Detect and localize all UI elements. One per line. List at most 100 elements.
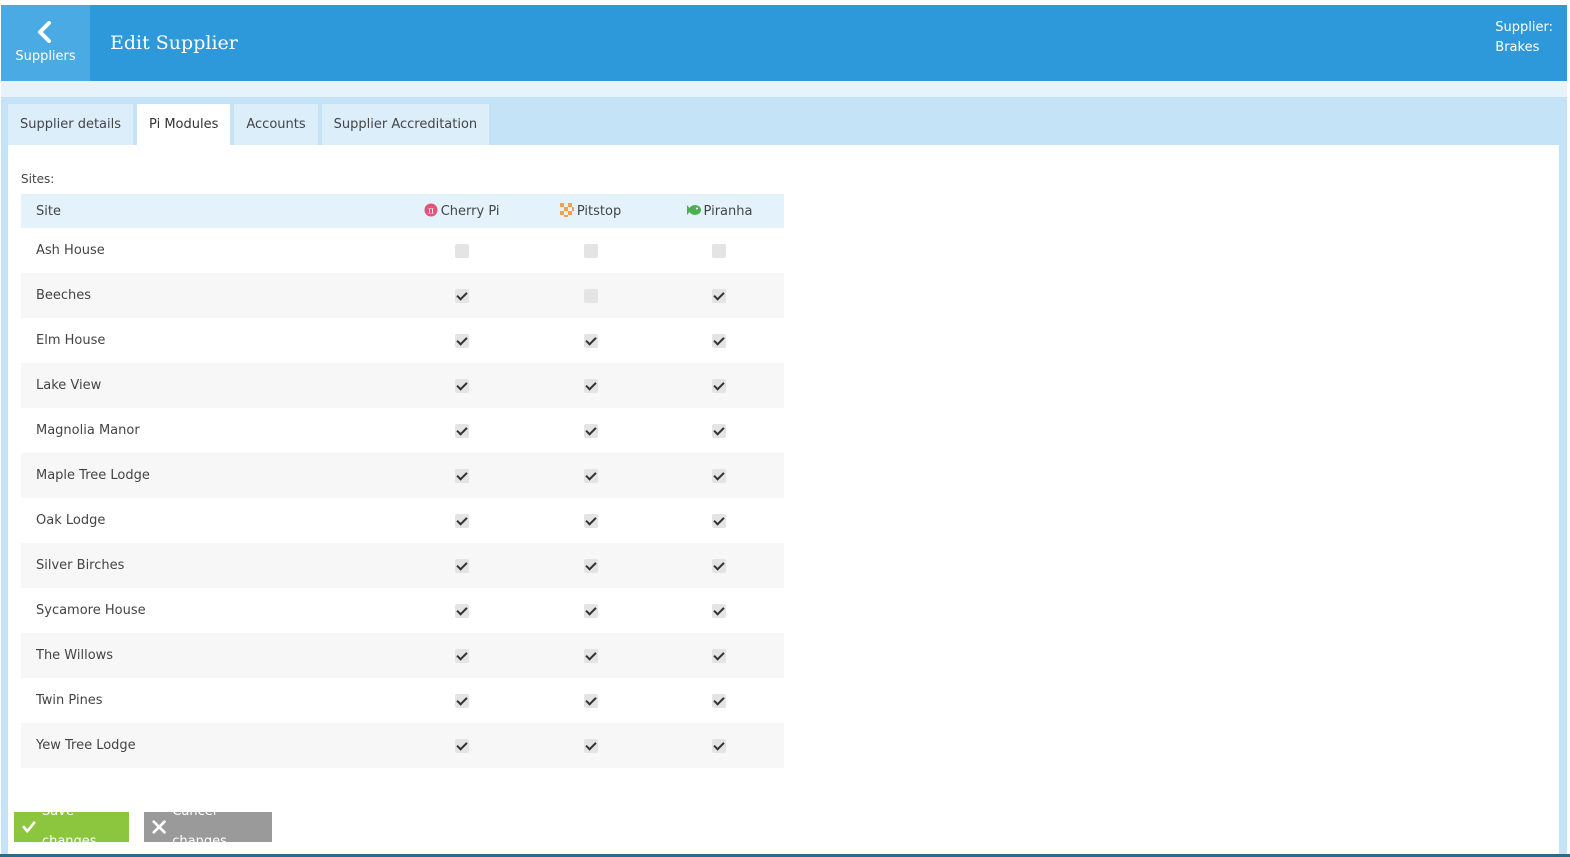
cherry-pi-cell (397, 588, 526, 633)
pitstop-icon (559, 203, 574, 217)
table-row: Oak Lodge (21, 498, 784, 543)
cherry-pi-cell (397, 453, 526, 498)
tab-accounts[interactable]: Accounts (234, 104, 318, 145)
piranha-checkbox[interactable] (712, 603, 727, 618)
pitstop-checkbox[interactable] (583, 468, 598, 483)
pitstop-column-header: Pitstop (526, 194, 655, 228)
table-row: Twin Pines (21, 678, 784, 723)
piranha-cell (655, 633, 784, 678)
pitstop-cell (526, 273, 655, 318)
pitstop-checkbox[interactable] (583, 738, 598, 753)
piranha-cell (655, 498, 784, 543)
pitstop-cell (526, 543, 655, 588)
site-name: Ash House (36, 243, 105, 258)
cherry-pi-cell (397, 363, 526, 408)
cherry-pi-checkbox[interactable] (454, 333, 469, 348)
pitstop-cell (526, 723, 655, 768)
table-row: Lake View (21, 363, 784, 408)
cherry-pi-checkbox[interactable] (454, 468, 469, 483)
tab-pi-modules[interactable]: Pi Modules (137, 104, 231, 145)
pitstop-cell (526, 228, 655, 273)
cherry-pi-cell (397, 498, 526, 543)
pitstop-checkbox[interactable] (583, 288, 598, 303)
pitstop-checkbox[interactable] (583, 693, 598, 708)
piranha-cell (655, 723, 784, 768)
chevron-left-icon (38, 21, 51, 43)
cherry-pi-checkbox[interactable] (454, 423, 469, 438)
pitstop-label: Pitstop (576, 204, 622, 219)
pitstop-checkbox[interactable] (583, 378, 598, 393)
cancel-changes-label: Cancel changes (172, 804, 227, 849)
site-name: Sycamore House (36, 603, 146, 618)
pitstop-cell (526, 588, 655, 633)
save-changes-button[interactable]: Save changes (14, 804, 129, 849)
cherry-pi-checkbox[interactable] (454, 738, 469, 753)
table-row: Maple Tree Lodge (21, 453, 784, 498)
site-name: Lake View (36, 378, 102, 393)
cherry-pi-cell (397, 633, 526, 678)
site-name: Elm House (36, 333, 106, 348)
piranha-checkbox[interactable] (712, 693, 727, 708)
site-name: Oak Lodge (36, 513, 106, 528)
edit-panel: Supplier details Pi Modules Accounts Sup… (1, 97, 1567, 857)
supplier-name: Brakes (1495, 40, 1540, 55)
cherry-pi-checkbox[interactable] (454, 378, 469, 393)
checkmark-icon (22, 821, 36, 833)
pitstop-checkbox[interactable] (583, 648, 598, 663)
piranha-checkbox[interactable] (712, 243, 727, 258)
pitstop-cell (526, 318, 655, 363)
pitstop-checkbox[interactable] (583, 513, 598, 528)
tab-supplier-accreditation[interactable]: Supplier Accreditation (321, 104, 490, 145)
tab-content: Sites: Site π Cherry Pi Pitstop Piranha … (8, 145, 1559, 857)
cherry-pi-column-header: π Cherry Pi (397, 194, 527, 228)
piranha-cell (655, 453, 784, 498)
cherry-pi-checkbox[interactable] (454, 603, 469, 618)
pitstop-checkbox[interactable] (583, 333, 598, 348)
site-name: The Willows (36, 648, 114, 663)
piranha-checkbox[interactable] (712, 333, 727, 348)
sites-table-body: Ash House Beeches Elm House Lake View Magnol… (21, 228, 784, 768)
cherry-pi-checkbox[interactable] (454, 648, 469, 663)
pitstop-checkbox[interactable] (583, 603, 598, 618)
cherry-pi-checkbox[interactable] (454, 513, 469, 528)
piranha-checkbox[interactable] (712, 288, 727, 303)
pitstop-cell (526, 498, 655, 543)
pitstop-cell (526, 408, 655, 453)
piranha-label: Piranha (703, 204, 753, 219)
piranha-cell (655, 588, 784, 633)
site-name: Twin Pines (36, 693, 103, 708)
tab-supplier-details[interactable]: Supplier details (8, 104, 134, 145)
pitstop-cell (526, 633, 655, 678)
piranha-checkbox[interactable] (712, 648, 727, 663)
sites-label: Sites: (21, 172, 55, 186)
cherry-pi-cell (397, 228, 526, 273)
pitstop-cell (526, 363, 655, 408)
table-row: Silver Birches (21, 543, 784, 588)
pitstop-checkbox[interactable] (583, 423, 598, 438)
piranha-checkbox[interactable] (712, 423, 727, 438)
back-to-suppliers-button[interactable]: Suppliers (1, 5, 90, 81)
cherry-pi-checkbox[interactable] (454, 243, 469, 258)
piranha-checkbox[interactable] (712, 468, 727, 483)
svg-text:π: π (428, 207, 434, 217)
pitstop-checkbox[interactable] (583, 558, 598, 573)
cherry-pi-checkbox[interactable] (454, 558, 469, 573)
cherry-pi-checkbox[interactable] (454, 693, 469, 708)
cherry-pi-checkbox[interactable] (454, 288, 469, 303)
close-icon (152, 820, 166, 834)
cancel-changes-button[interactable]: Cancel changes (144, 804, 272, 849)
piranha-checkbox[interactable] (712, 738, 727, 753)
table-row: Beeches (21, 273, 784, 318)
cherry-pi-cell (397, 723, 526, 768)
piranha-checkbox[interactable] (712, 513, 727, 528)
app-header: Suppliers Edit Supplier Supplier: Brakes (1, 5, 1567, 81)
piranha-checkbox[interactable] (712, 378, 727, 393)
table-row: Yew Tree Lodge (21, 723, 784, 768)
piranha-checkbox[interactable] (712, 558, 727, 573)
site-column-header: Site (21, 194, 398, 228)
piranha-cell (655, 318, 784, 363)
pitstop-checkbox[interactable] (583, 243, 598, 258)
site-name: Yew Tree Lodge (36, 738, 136, 753)
sites-table: Site π Cherry Pi Pitstop Piranha Ash Hou… (21, 194, 784, 768)
save-changes-label: Save changes (41, 804, 97, 849)
